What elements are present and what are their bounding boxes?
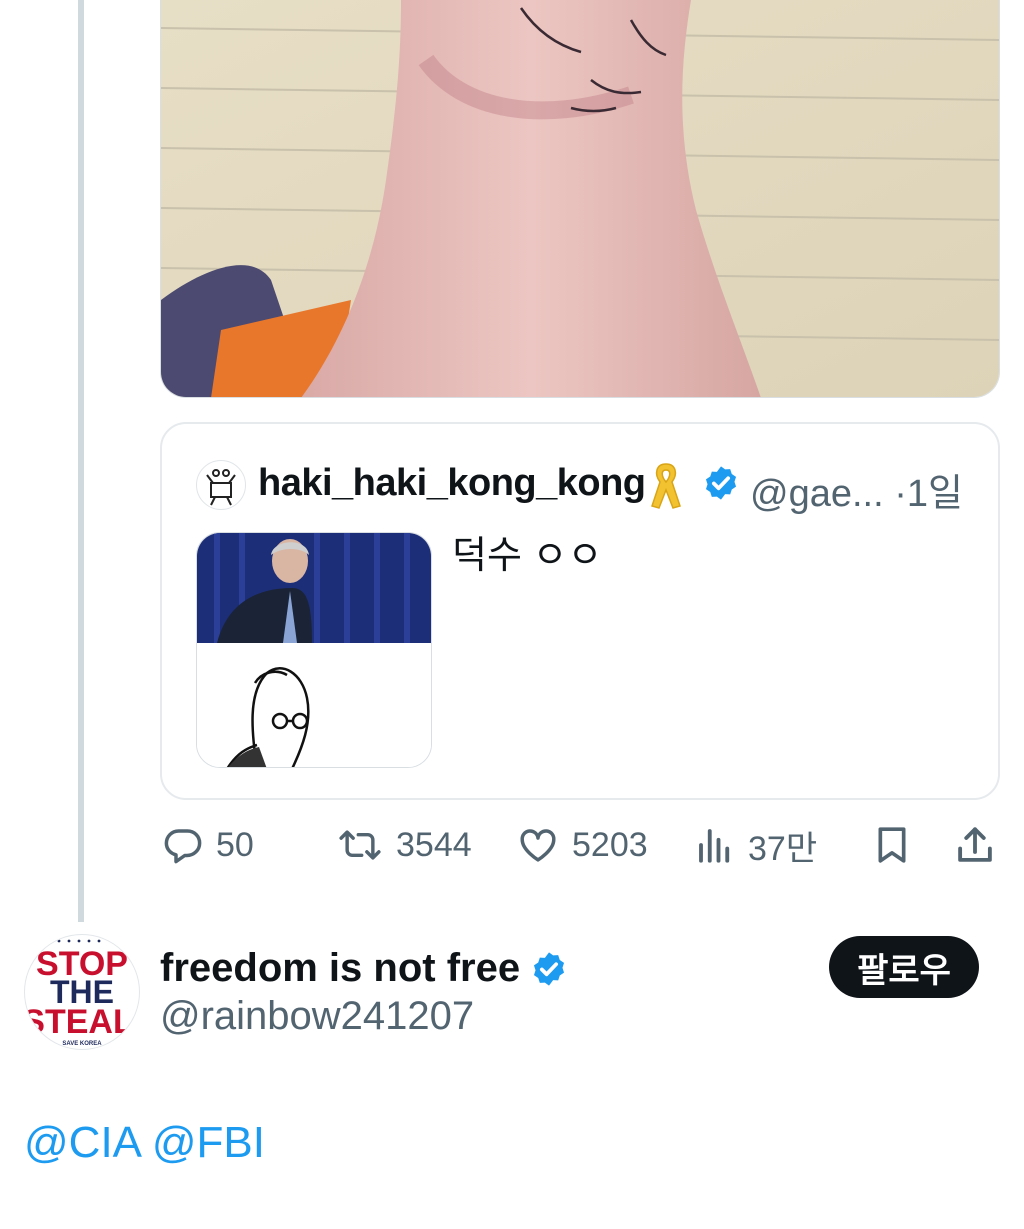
repost-count: 3544 — [396, 825, 472, 864]
like-button[interactable]: 5203 — [516, 822, 648, 868]
reply-icon — [162, 824, 204, 866]
quoted-tweet-text: 덕수 ㅇㅇ — [452, 535, 603, 577]
user-avatar[interactable]: STOP THE STEAL SAVE KOREA — [24, 934, 140, 1050]
views-count: 37만 — [748, 829, 818, 868]
tweet-mentions: @CIA @FBI — [24, 1118, 265, 1168]
reply-button[interactable]: 50 — [162, 822, 254, 868]
verified-badge-icon — [702, 464, 740, 507]
like-icon — [516, 824, 560, 866]
avatar-save-korea-text: SAVE KOREA — [62, 1041, 102, 1047]
mention-link-cia[interactable]: @CIA — [24, 1118, 140, 1167]
time-separator: · — [894, 473, 907, 515]
share-button[interactable] — [954, 822, 996, 868]
bookmark-button[interactable] — [872, 822, 912, 868]
quoted-handle-time: @gae... ·1일 — [750, 462, 963, 517]
quoted-display-name[interactable]: haki_haki_kong_kong — [258, 462, 646, 505]
avatar-steal-text: STEAL — [25, 1003, 134, 1041]
yellow-ribbon-icon — [648, 460, 684, 515]
verified-badge-icon — [520, 950, 568, 988]
reply-count: 50 — [216, 825, 254, 864]
bookmark-icon — [872, 823, 912, 867]
repost-icon — [336, 824, 384, 866]
like-count: 5203 — [572, 825, 648, 864]
quoted-tweet-card[interactable]: haki_haki_kong_kong @gae... ·1일 덕수 ㅇㅇ — [160, 422, 1000, 800]
tweet-media-image[interactable] — [160, 0, 1000, 398]
views-icon — [694, 824, 736, 866]
repost-button[interactable]: 3544 — [336, 822, 472, 868]
user-display-name-row[interactable]: freedom is not free — [160, 946, 568, 991]
user-handle[interactable]: @rainbow241207 — [160, 994, 474, 1039]
quoted-handle[interactable]: @gae... — [750, 473, 884, 515]
mention-link-fbi[interactable]: @FBI — [152, 1118, 265, 1167]
user-display-name[interactable]: freedom is not free — [160, 946, 520, 991]
share-icon — [954, 823, 996, 867]
quoted-timestamp[interactable]: 1일 — [907, 473, 963, 515]
quoted-media-thumbnail[interactable] — [196, 532, 432, 768]
quoted-avatar[interactable] — [196, 460, 246, 510]
thread-connector-line — [78, 0, 84, 922]
views-button[interactable]: 37만 — [694, 822, 817, 868]
follow-button[interactable]: 팔로우 — [829, 936, 979, 998]
